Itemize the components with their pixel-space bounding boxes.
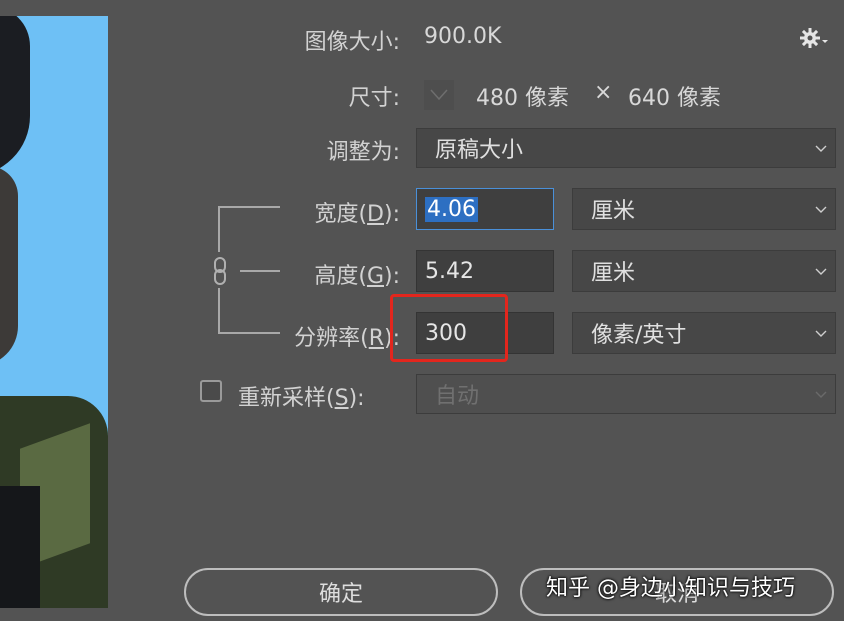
resample-label-prefix: 重新采样( [238,386,335,411]
dimensions-width: 480 像素 [476,86,569,111]
fit-to-label: 调整为: [326,140,400,165]
resolution-unit-dropdown[interactable]: 像素/英寸 [572,312,836,354]
link-icon-svg [214,257,226,285]
width-unit-dropdown[interactable]: 厘米 [572,188,836,230]
chain-line-left-bottom [218,288,220,334]
width-value: 4.06 [425,196,478,222]
preview-hair [0,16,30,176]
height-value: 5.42 [425,258,474,284]
preview-shirt [0,486,40,608]
chevron-down-icon [815,330,827,337]
height-input[interactable]: 5.42 [416,250,554,292]
chevron-down-icon [815,268,827,275]
chain-line-bottom [218,332,280,334]
chevron-down-icon [815,206,827,213]
gear-icon[interactable] [796,24,832,52]
fit-to-dropdown[interactable]: 原稿大小 [416,128,836,168]
width-label-prefix: 宽度( [314,202,368,227]
chevron-down-icon [815,391,827,398]
height-unit-dropdown[interactable]: 厘米 [572,250,836,292]
fit-to-value: 原稿大小 [435,138,524,163]
height-label-key: G [366,264,384,289]
height-label: 高度(G): [314,258,400,290]
dimensions-times: × [594,80,613,105]
resolution-highlight-box [390,294,508,362]
width-input[interactable]: 4.06 [416,188,554,230]
watermark: 知乎 @身边小知识与技巧 [546,576,795,601]
resample-value: 自动 [435,384,480,409]
dimensions-toggle[interactable] [424,80,454,110]
image-size-dialog: 图像大小: 900.0K 尺寸: 480 像素 × 640 像素 调整为: 原稿… [0,0,844,621]
chain-line-middle [240,270,280,272]
height-unit: 厘米 [591,261,636,286]
gear-icon-svg [800,28,828,48]
image-size-value: 900.0K [424,24,502,49]
resolution-unit: 像素/英寸 [591,323,687,348]
image-preview [0,16,108,608]
chain-line-top [218,206,280,208]
image-size-label: 图像大小: [304,30,400,55]
ok-button[interactable]: 确定 [184,568,498,616]
resample-checkbox[interactable] [200,380,222,402]
width-label-suffix: ): [384,202,400,227]
link-icon[interactable] [211,256,229,286]
resample-label-suffix: ): [348,386,365,411]
dimensions-label: 尺寸: [348,86,400,111]
resolution-label: 分辨率(R): [294,320,400,352]
chevron-down-icon [430,89,448,101]
preview-face [0,166,18,366]
resample-dropdown[interactable]: 自动 [416,374,836,414]
height-label-suffix: ): [384,264,400,289]
resample-label-key: S [334,386,349,411]
resolution-label-prefix: 分辨率( [294,326,369,351]
width-label: 宽度(D): [314,196,400,228]
resample-label: 重新采样(S): [238,380,365,412]
chain-line-left-top [218,206,220,252]
dimensions-height: 640 像素 [628,86,721,111]
chevron-down-icon [815,145,827,152]
height-label-prefix: 高度( [314,264,367,289]
width-unit: 厘米 [591,199,636,224]
resolution-label-key: R [368,326,384,351]
width-label-key: D [367,202,384,227]
